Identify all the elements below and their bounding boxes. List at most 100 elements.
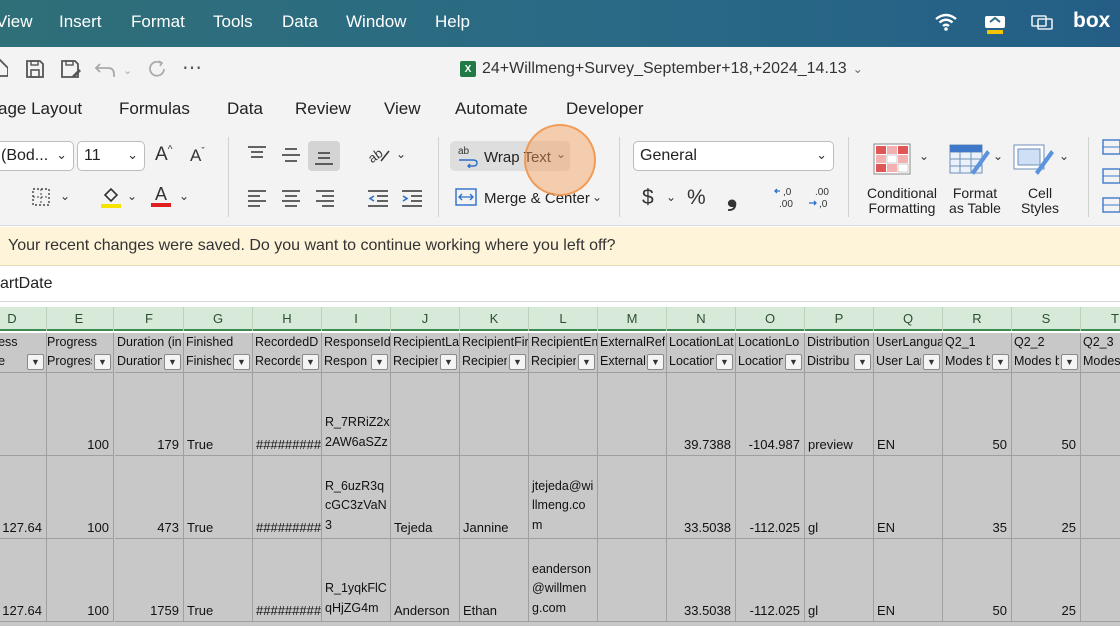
menu-help[interactable]: Help bbox=[435, 12, 470, 32]
cell-styles-icon[interactable] bbox=[1013, 142, 1057, 183]
header-cell-r[interactable]: Q2_1 Modes b ▼ bbox=[943, 333, 1012, 373]
align-top-icon[interactable] bbox=[247, 145, 267, 168]
cell-n5[interactable]: 33.5038 bbox=[667, 539, 736, 622]
cell-styles-label[interactable]: Cell Styles bbox=[1012, 186, 1068, 216]
cell-t4[interactable] bbox=[1081, 456, 1120, 539]
column-header-h[interactable]: H bbox=[253, 307, 322, 331]
column-header-g[interactable]: G bbox=[184, 307, 253, 331]
cell-d4[interactable]: 127.64 bbox=[0, 456, 47, 539]
cell-t3[interactable] bbox=[1081, 373, 1120, 456]
menu-format[interactable]: Format bbox=[131, 12, 185, 32]
column-header-s[interactable]: S bbox=[1012, 307, 1081, 331]
column-header-t[interactable]: T bbox=[1081, 307, 1120, 331]
menu-tools[interactable]: Tools bbox=[213, 12, 253, 32]
cell-p3[interactable]: preview bbox=[805, 373, 874, 456]
cell-d3[interactable] bbox=[0, 373, 47, 456]
cell-k3[interactable] bbox=[460, 373, 529, 456]
wifi-icon[interactable] bbox=[934, 12, 958, 37]
cell-e3[interactable]: 100 bbox=[45, 373, 114, 456]
cell-j4[interactable]: Tejeda bbox=[391, 456, 460, 539]
cell-s4[interactable]: 25 bbox=[1012, 456, 1081, 539]
filter-dropdown-icon[interactable]: ▼ bbox=[94, 354, 111, 370]
decrease-indent-icon[interactable] bbox=[367, 188, 389, 213]
column-header-f[interactable]: F bbox=[115, 307, 184, 331]
filter-dropdown-icon[interactable]: ▼ bbox=[578, 354, 595, 370]
cell-f3[interactable]: 179 bbox=[115, 373, 184, 456]
cell-f5[interactable]: 1759 bbox=[115, 539, 184, 622]
cell-h3[interactable]: ######### bbox=[253, 373, 322, 456]
cell-n3[interactable]: 39.7388 bbox=[667, 373, 736, 456]
filter-dropdown-icon[interactable]: ▼ bbox=[923, 354, 940, 370]
cell-r4[interactable]: 35 bbox=[943, 456, 1012, 539]
tab-view[interactable]: View bbox=[384, 99, 421, 119]
cell-s5[interactable]: 25 bbox=[1012, 539, 1081, 622]
header-cell-f[interactable]: Duration (in Duration ▼ bbox=[115, 333, 184, 373]
chevron-down-icon[interactable]: ⌄ bbox=[396, 147, 406, 161]
column-header-q[interactable]: Q bbox=[874, 307, 943, 331]
chevron-down-icon[interactable]: ⌄ bbox=[592, 190, 602, 204]
header-cell-d[interactable]: ddress ddre▼ bbox=[0, 333, 47, 373]
decrease-font-icon[interactable]: Aˇ bbox=[190, 146, 205, 166]
cell-p4[interactable]: gl bbox=[805, 456, 874, 539]
tab-data[interactable]: Data bbox=[227, 99, 263, 119]
chevron-down-icon[interactable]: ⌄ bbox=[666, 190, 676, 204]
conditional-formatting-label[interactable]: Conditional Formatting bbox=[860, 186, 944, 216]
increase-decimal-icon[interactable]: ,0.00 bbox=[774, 184, 798, 215]
chevron-down-icon[interactable]: ⌄ bbox=[179, 189, 189, 203]
column-header-i[interactable]: I bbox=[322, 307, 391, 331]
cell-e5[interactable]: 100 bbox=[45, 539, 114, 622]
cell-q5[interactable]: EN bbox=[874, 539, 943, 622]
borders-icon[interactable] bbox=[31, 187, 51, 212]
column-header-p[interactable]: P bbox=[805, 307, 874, 331]
cell-r5[interactable]: 50 bbox=[943, 539, 1012, 622]
filter-dropdown-icon[interactable]: ▼ bbox=[164, 354, 181, 370]
cell-g5[interactable]: True bbox=[184, 539, 253, 622]
cell-k5[interactable]: Ethan bbox=[460, 539, 529, 622]
cell-o4[interactable]: -112.025 bbox=[736, 456, 805, 539]
header-cell-m[interactable]: ExternalRef External ▼ bbox=[598, 333, 667, 373]
display-icon[interactable] bbox=[1030, 12, 1054, 37]
column-header-k[interactable]: K bbox=[460, 307, 529, 331]
menu-data[interactable]: Data bbox=[282, 12, 318, 32]
increase-font-icon[interactable]: A^ bbox=[155, 144, 172, 166]
filter-dropdown-icon[interactable]: ▼ bbox=[302, 354, 319, 370]
filter-dropdown-icon[interactable]: ▼ bbox=[27, 354, 44, 370]
insert-cells-icon[interactable] bbox=[1101, 138, 1120, 223]
undo-dropdown-icon[interactable]: ⌄ bbox=[123, 64, 132, 77]
cell-p5[interactable]: gl bbox=[805, 539, 874, 622]
filter-dropdown-icon[interactable]: ▼ bbox=[233, 354, 250, 370]
align-center-icon[interactable] bbox=[281, 188, 301, 213]
header-cell-q[interactable]: UserLangua User Lan▼ bbox=[874, 333, 943, 373]
column-header-d[interactable]: D bbox=[0, 307, 47, 331]
cell-g4[interactable]: True bbox=[184, 456, 253, 539]
cell-d5[interactable]: 127.64 bbox=[0, 539, 47, 622]
header-cell-t[interactable]: Q2_3Modes▼ bbox=[1081, 333, 1120, 373]
orientation-icon[interactable]: ab bbox=[365, 143, 391, 170]
home-icon[interactable] bbox=[0, 58, 9, 84]
percent-format-icon[interactable]: % bbox=[687, 186, 706, 210]
menu-window[interactable]: Window bbox=[346, 12, 406, 32]
cell-r3[interactable]: 50 bbox=[943, 373, 1012, 456]
tab-review[interactable]: Review bbox=[295, 99, 351, 119]
align-right-icon[interactable] bbox=[315, 188, 335, 213]
filter-dropdown-icon[interactable]: ▼ bbox=[647, 354, 664, 370]
column-header-o[interactable]: O bbox=[736, 307, 805, 331]
header-cell-l[interactable]: RecipientEm Recipien ▼ bbox=[529, 333, 598, 373]
cell-i4[interactable]: R_6uzR3q cGC3zVaN 3 bbox=[322, 456, 391, 539]
document-title[interactable]: X 24+Willmeng+Survey_September+18,+2024_… bbox=[460, 60, 863, 78]
cell-h5[interactable]: ######### bbox=[253, 539, 322, 622]
fill-color-icon[interactable] bbox=[100, 185, 122, 214]
cell-l3[interactable] bbox=[529, 373, 598, 456]
more-icon[interactable]: ⋯ bbox=[182, 55, 202, 80]
cell-e4[interactable]: 100 bbox=[45, 456, 114, 539]
align-bottom-icon[interactable] bbox=[314, 149, 334, 172]
cell-l4[interactable]: jtejeda@wi llmeng.co m bbox=[529, 456, 598, 539]
filter-dropdown-icon[interactable]: ▼ bbox=[440, 354, 457, 370]
filter-dropdown-icon[interactable]: ▼ bbox=[716, 354, 733, 370]
column-header-l[interactable]: L bbox=[529, 307, 598, 331]
filter-dropdown-icon[interactable]: ▼ bbox=[854, 354, 871, 370]
filter-dropdown-icon[interactable]: ▼ bbox=[785, 354, 802, 370]
header-cell-e[interactable]: ProgressProgress▼ bbox=[45, 333, 114, 373]
filter-dropdown-icon[interactable]: ▼ bbox=[371, 354, 388, 370]
tab-developer[interactable]: Developer bbox=[566, 99, 644, 119]
